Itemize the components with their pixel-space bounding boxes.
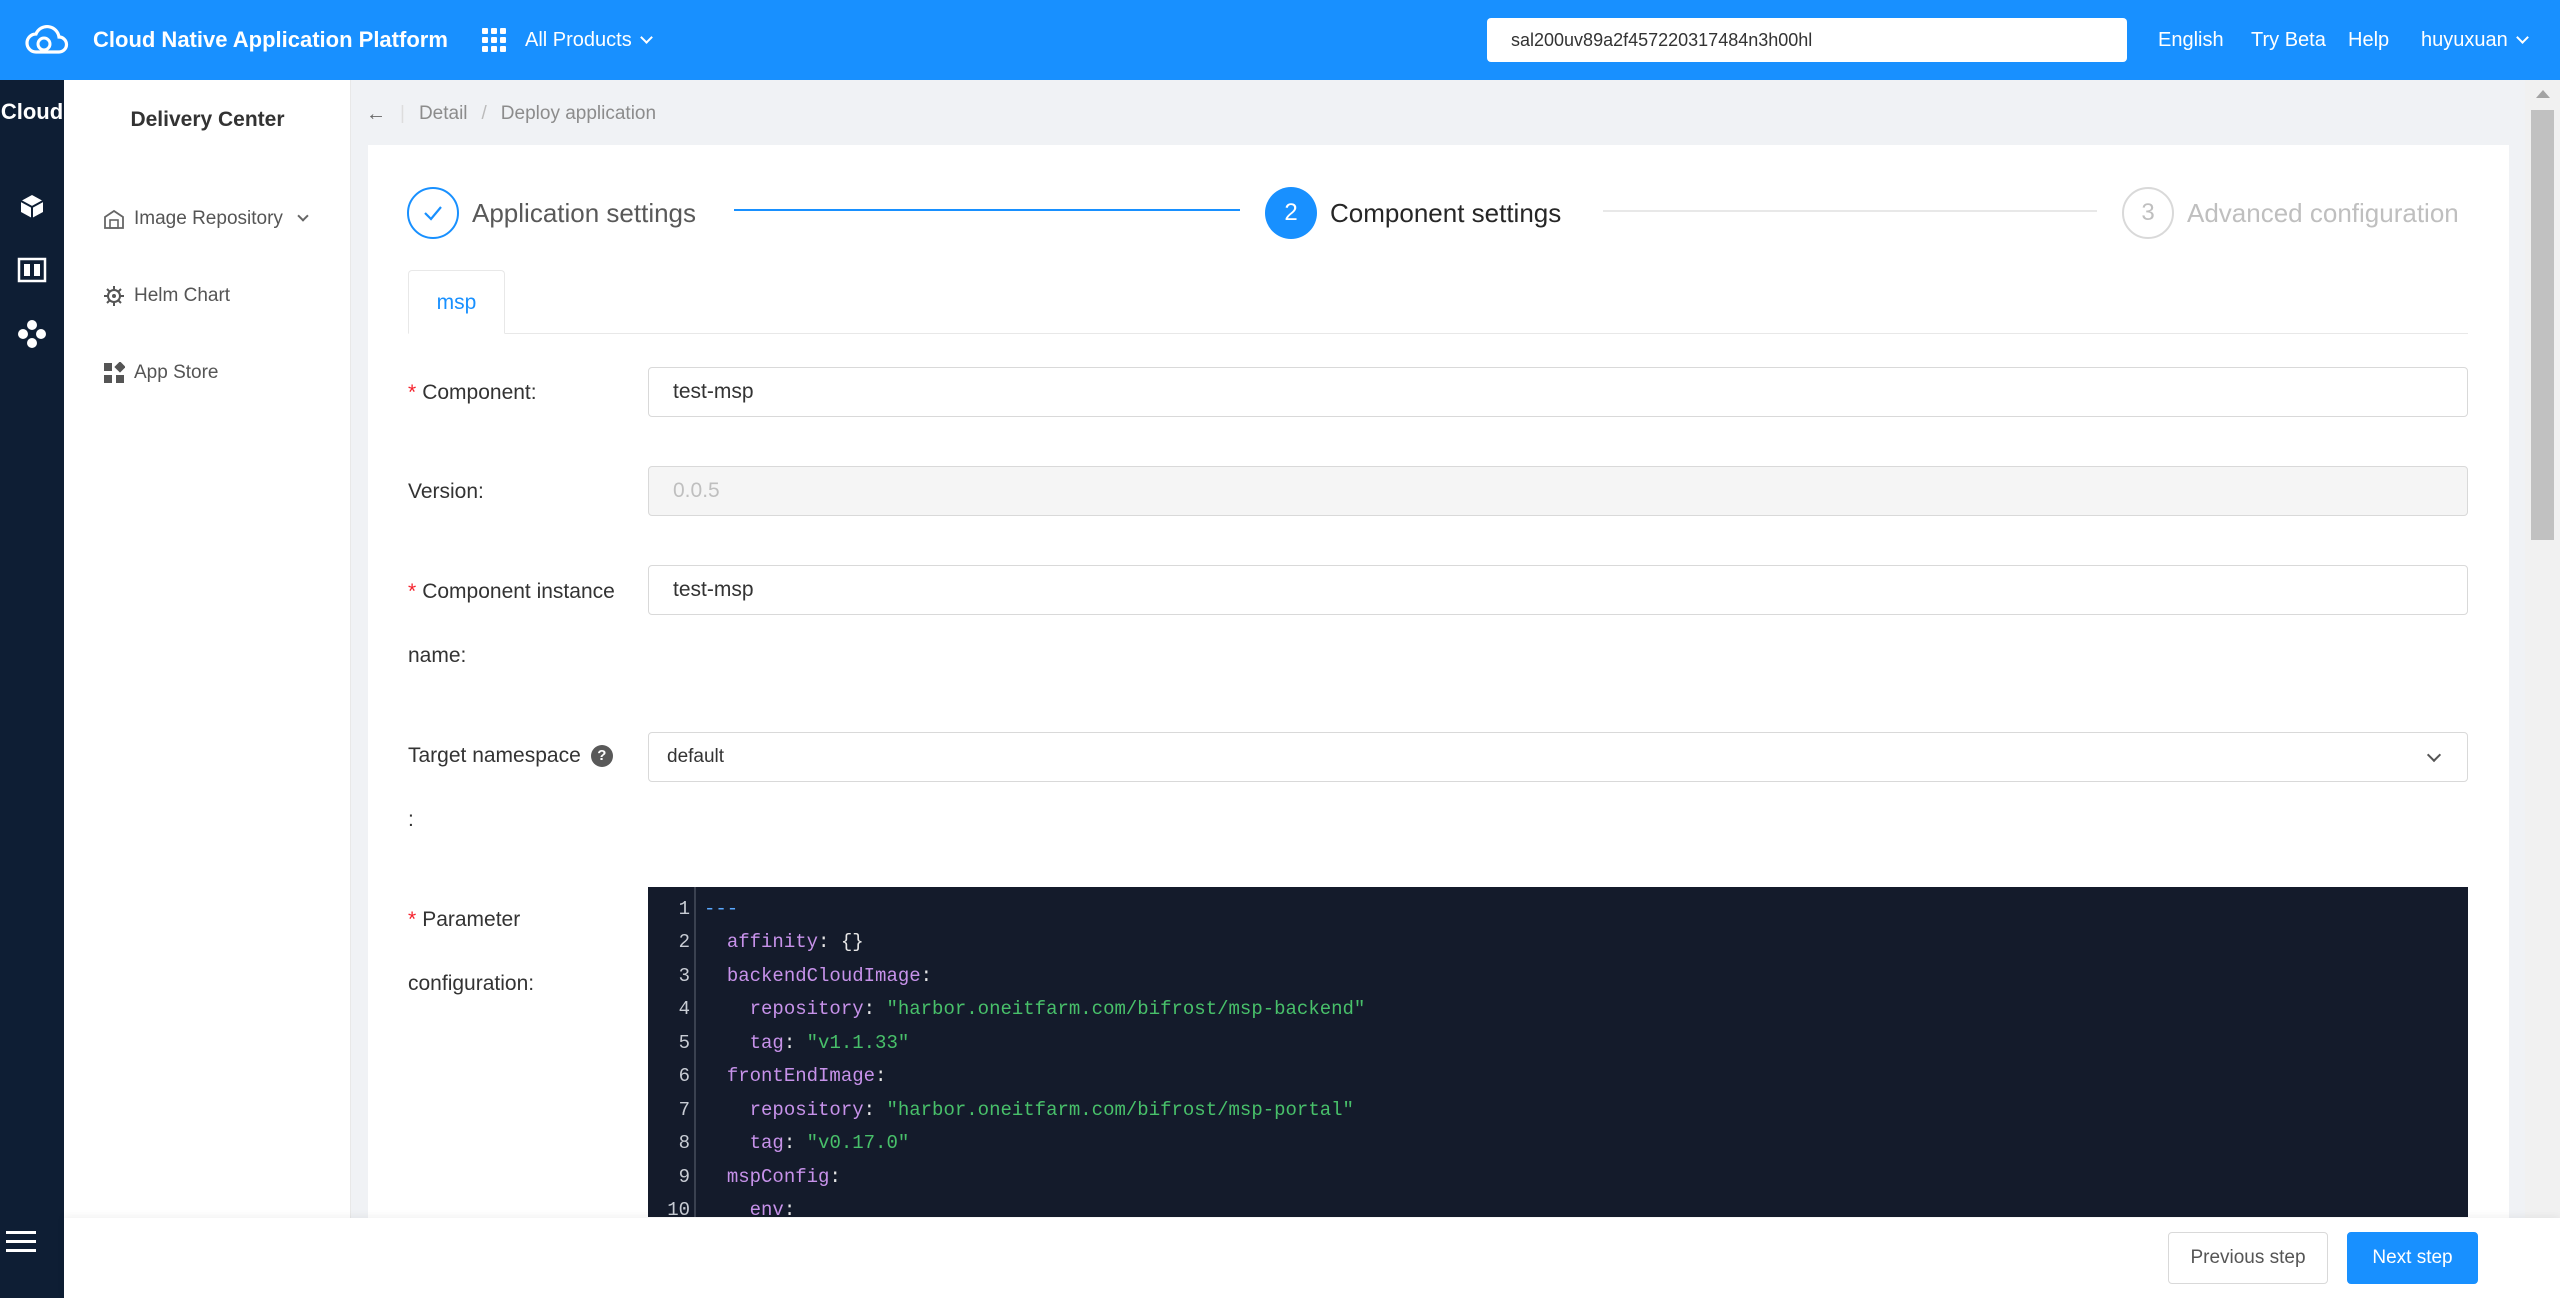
code-line: affinity: {} bbox=[726, 931, 864, 953]
warehouse-icon bbox=[102, 207, 126, 231]
required-mark: * bbox=[408, 381, 417, 404]
user-name: huyuxuan bbox=[2421, 29, 2508, 51]
line-number: 3 bbox=[678, 965, 690, 987]
line-number: 2 bbox=[678, 931, 690, 953]
line-number: 7 bbox=[678, 1099, 690, 1121]
step-1-label: Application settings bbox=[472, 198, 697, 228]
instance-label-text: Component instance bbox=[422, 580, 615, 603]
code-line: --- bbox=[704, 898, 739, 920]
cube-icon[interactable] bbox=[12, 186, 52, 226]
search-input[interactable] bbox=[1487, 18, 2127, 62]
sidebar-item-helm-chart[interactable]: Helm Chart bbox=[102, 276, 230, 316]
code-line: backendCloudImage: bbox=[726, 965, 933, 987]
sidebar-item-image-repository[interactable]: Image Repository bbox=[102, 199, 309, 239]
form-footer: Previous step Next step bbox=[64, 1218, 2560, 1298]
instance-label: * Component instance bbox=[408, 560, 615, 624]
all-products-dropdown[interactable]: All Products bbox=[525, 0, 653, 80]
next-step-button[interactable]: Next step bbox=[2347, 1232, 2478, 1284]
check-icon bbox=[424, 206, 442, 221]
breadcrumb-item-detail[interactable]: Detail bbox=[419, 103, 468, 125]
tab-bar-divider bbox=[408, 333, 2468, 334]
chevron-down-icon bbox=[2515, 31, 2529, 44]
sidebar-title: Delivery Center bbox=[130, 108, 285, 131]
line-number: 4 bbox=[678, 998, 690, 1020]
vertical-scrollbar[interactable] bbox=[2525, 80, 2560, 1218]
code-line: tag: "v1.1.33" bbox=[749, 1032, 910, 1054]
rail-title: Cloud bbox=[0, 99, 64, 124]
instance-label-line2: name: bbox=[408, 644, 467, 667]
step-2-label: Component settings bbox=[1330, 198, 1562, 228]
back-arrow-icon[interactable]: ← bbox=[366, 103, 386, 126]
line-number: 1 bbox=[678, 898, 690, 920]
language-switch[interactable]: English bbox=[2158, 0, 2224, 80]
scrollbar-thumb[interactable] bbox=[2531, 110, 2554, 540]
user-menu[interactable]: huyuxuan bbox=[2421, 0, 2529, 80]
code-line: frontEndImage: bbox=[726, 1065, 887, 1087]
sidebar-item-label: App Store bbox=[134, 362, 219, 383]
required-mark: * bbox=[408, 580, 417, 603]
instance-name-field[interactable] bbox=[648, 565, 2468, 615]
app-grid-icon[interactable] bbox=[482, 28, 506, 52]
params-label-line2: configuration: bbox=[408, 972, 535, 995]
namespace-label-line2: : bbox=[408, 808, 414, 831]
code-line: tag: "v0.17.0" bbox=[749, 1132, 910, 1154]
line-number: 5 bbox=[678, 1032, 690, 1054]
cloud-logo-icon[interactable] bbox=[22, 20, 70, 60]
top-navigation-bar: Cloud Native Application Platform All Pr… bbox=[0, 0, 2560, 80]
step-connector-1 bbox=[734, 209, 1240, 211]
step-3-label: Advanced configuration bbox=[2187, 198, 2459, 228]
step-1-done bbox=[407, 187, 459, 239]
try-beta-link[interactable]: Try Beta bbox=[2251, 0, 2326, 80]
step-connector-2 bbox=[1603, 210, 2097, 212]
nodes-icon[interactable] bbox=[12, 314, 52, 354]
all-products-label: All Products bbox=[525, 29, 632, 51]
help-link[interactable]: Help bbox=[2348, 0, 2389, 80]
params-label-text: Parameter bbox=[422, 908, 521, 931]
params-label: * Parameter bbox=[408, 888, 520, 952]
chevron-down-icon bbox=[639, 31, 653, 44]
component-label: * Component: bbox=[408, 361, 537, 425]
line-number: 9 bbox=[678, 1166, 690, 1188]
menu-toggle-icon[interactable] bbox=[6, 1231, 36, 1258]
version-label: Version: bbox=[408, 480, 484, 503]
code-line: repository: "harbor.oneitfarm.com/bifros… bbox=[749, 1099, 1354, 1121]
line-number-gutter: 1 2 3 4 5 6 7 8 9 10 bbox=[648, 887, 696, 1217]
namespace-label: Target namespace? bbox=[408, 724, 613, 788]
namespace-value: default bbox=[667, 746, 725, 767]
code-line: mspConfig: bbox=[726, 1166, 841, 1188]
scroll-up-arrow-icon[interactable] bbox=[2536, 90, 2550, 98]
breadcrumb: ← | Detail / Deploy application bbox=[366, 96, 656, 132]
breadcrumb-separator: / bbox=[481, 103, 487, 124]
delivery-center-sidebar: Delivery Center Image Repository Helm Ch… bbox=[64, 80, 351, 1298]
line-number: 8 bbox=[678, 1132, 690, 1154]
namespace-select[interactable]: default bbox=[648, 732, 2468, 782]
dashboard-icon[interactable] bbox=[12, 250, 52, 290]
chevron-down-icon bbox=[2426, 747, 2442, 763]
version-field bbox=[648, 466, 2468, 516]
previous-step-button[interactable]: Previous step bbox=[2168, 1232, 2328, 1284]
line-number: 6 bbox=[678, 1065, 690, 1087]
required-mark: * bbox=[408, 908, 417, 931]
global-sidebar: Cloud bbox=[0, 80, 64, 1298]
sidebar-item-label: Helm Chart bbox=[134, 285, 231, 306]
app-title[interactable]: Cloud Native Application Platform bbox=[93, 0, 448, 80]
helm-icon bbox=[102, 284, 126, 308]
chevron-down-icon bbox=[297, 210, 309, 222]
namespace-label-text: Target namespace bbox=[408, 744, 581, 767]
step-2-active: 2 bbox=[1265, 187, 1317, 239]
breadcrumb-item-current: Deploy application bbox=[500, 103, 657, 124]
divider: | bbox=[400, 103, 405, 124]
sidebar-item-app-store[interactable]: App Store bbox=[102, 353, 219, 393]
code-line: repository: "harbor.oneitfarm.com/bifros… bbox=[749, 998, 1366, 1020]
step-3-pending: 3 bbox=[2122, 187, 2174, 239]
component-label-text: Component: bbox=[422, 381, 537, 404]
tab-msp[interactable]: msp bbox=[408, 270, 505, 334]
component-field[interactable] bbox=[648, 367, 2468, 417]
apps-icon bbox=[102, 361, 126, 385]
code-line: env: bbox=[749, 1199, 796, 1217]
yaml-code-editor[interactable]: 1 2 3 4 5 6 7 8 9 10 --- affinity: {} ba… bbox=[648, 887, 2468, 1217]
help-icon[interactable]: ? bbox=[590, 745, 613, 767]
sidebar-item-label: Image Repository bbox=[134, 208, 283, 229]
line-number: 10 bbox=[667, 1199, 690, 1217]
